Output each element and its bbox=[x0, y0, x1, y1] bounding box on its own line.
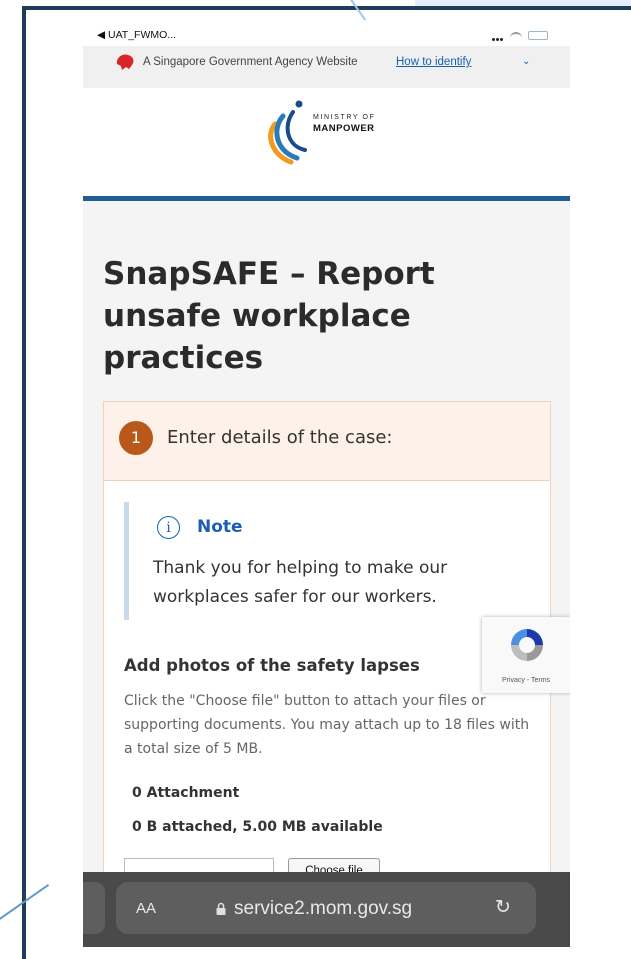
browser-toolbar: AA service2.mom.gov.sg ↻ bbox=[83, 872, 570, 947]
how-to-identify-link[interactable]: How to identify bbox=[396, 56, 471, 68]
main-content: SnapSAFE – Report unsafe workplace pract… bbox=[83, 201, 570, 921]
battery-icon bbox=[528, 31, 548, 40]
recaptcha-privacy-terms[interactable]: Privacy - Terms bbox=[482, 677, 570, 684]
logo-line-2: MANPOWER bbox=[313, 123, 375, 134]
previous-tab-pill[interactable] bbox=[83, 882, 105, 934]
mom-logo-icon[interactable] bbox=[261, 98, 311, 176]
chevron-down-icon[interactable]: ⌄ bbox=[522, 56, 530, 67]
logo-line-1: MINISTRY OF bbox=[313, 114, 376, 121]
step-label: Enter details of the case: bbox=[167, 427, 393, 448]
system-icons bbox=[492, 26, 548, 45]
lock-icon bbox=[216, 902, 226, 915]
attachment-size: 0 B attached, 5.00 MB available bbox=[132, 819, 383, 835]
phone-screen: ◀ UAT_FWMO... A Singapore Government Age… bbox=[83, 20, 570, 947]
attachment-count: 0 Attachment bbox=[132, 785, 240, 801]
signal-icon bbox=[492, 26, 504, 45]
status-bar: ◀ UAT_FWMO... bbox=[83, 20, 570, 46]
site-header bbox=[83, 88, 570, 196]
recaptcha-icon bbox=[511, 629, 543, 661]
wifi-icon bbox=[510, 31, 522, 40]
note-title: Note bbox=[197, 517, 243, 537]
recaptcha-badge[interactable]: Privacy - Terms bbox=[482, 617, 570, 693]
info-icon: i bbox=[157, 516, 180, 539]
photos-help-text: Click the "Choose file" button to attach… bbox=[124, 693, 530, 757]
url-text[interactable]: service2.mom.gov.sg bbox=[234, 898, 412, 920]
lion-head-icon bbox=[116, 54, 134, 70]
step-number-badge: 1 bbox=[119, 421, 153, 455]
reload-icon[interactable]: ↻ bbox=[495, 896, 511, 918]
step-header: 1 Enter details of the case: bbox=[104, 402, 550, 481]
gov-banner-text: A Singapore Government Agency Website bbox=[143, 56, 358, 68]
note-callout: i Note Thank you for helping to make our… bbox=[124, 502, 529, 620]
reader-options-button[interactable]: AA bbox=[136, 900, 156, 917]
photos-section-title: Add photos of the safety lapses bbox=[124, 656, 420, 675]
decorative-band bbox=[415, 0, 631, 6]
back-to-app-link[interactable]: ◀ UAT_FWMO... bbox=[97, 29, 176, 41]
page-title: SnapSAFE – Report unsafe workplace pract… bbox=[103, 256, 435, 376]
note-body: Thank you for helping to make our workpl… bbox=[153, 558, 448, 607]
